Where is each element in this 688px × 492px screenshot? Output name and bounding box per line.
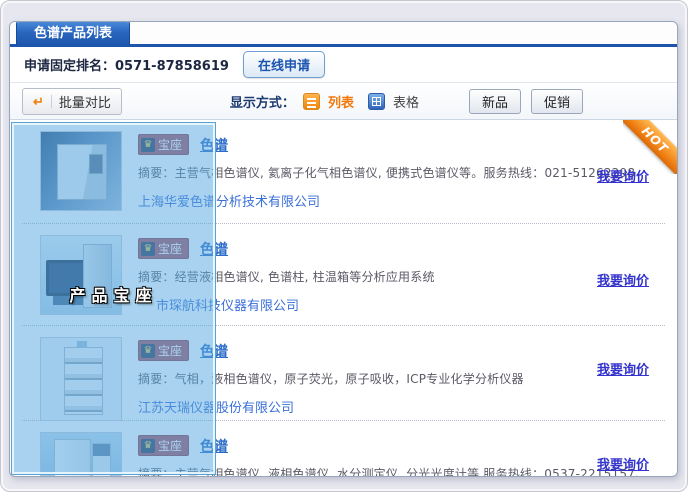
fixed-rank-label: 申请固定排名：0571-87858619	[24, 55, 229, 74]
table-view-link[interactable]: 表格	[393, 92, 419, 111]
page-background: 色谱产品列表 申请固定排名：0571-87858619 在线申请 ↵ 批量对比 …	[0, 0, 688, 492]
fixed-rank-bar: 申请固定排名：0571-87858619 在线申请	[10, 47, 677, 83]
product-summary: 摘要：主营气相色谱仪, 液相色谱仪, 水分测定仪, 分光光度计等 服务热线：05…	[138, 465, 665, 477]
product-list: ♛ 宝座 色谱 摘要：主营气相色谱仪, 氦离子化气相色谱仪, 便携式色谱仪等。服…	[10, 120, 677, 477]
product-throne-overlay[interactable]: 产品宝座	[12, 123, 215, 474]
display-mode-group: 显示方式： 列表 表格	[230, 92, 419, 111]
batch-compare-label: 批量对比	[59, 92, 111, 111]
hot-ribbon: HOT	[623, 120, 677, 174]
online-apply-button[interactable]: 在线申请	[243, 51, 325, 78]
toolbar: ↵ 批量对比 显示方式： 列表 表格 新品 促销	[10, 83, 677, 120]
filter-buttons: 新品 促销	[469, 89, 583, 114]
product-list-panel: 色谱产品列表 申请固定排名：0571-87858619 在线申请 ↵ 批量对比 …	[9, 21, 678, 477]
tab-strip: 色谱产品列表	[10, 22, 677, 47]
table-view-icon[interactable]	[368, 93, 385, 110]
batch-compare-button[interactable]: ↵ 批量对比	[22, 88, 122, 115]
product-throne-label: 产品宝座	[69, 282, 157, 306]
tab-chromatography-products[interactable]: 色谱产品列表	[16, 21, 130, 45]
list-view-icon[interactable]	[303, 93, 320, 110]
compare-arrow-icon: ↵	[33, 95, 44, 108]
list-view-link[interactable]: 列表	[328, 92, 354, 111]
display-mode-label: 显示方式：	[230, 92, 295, 111]
product-info: ♛ 宝座 色谱 摘要：主营气相色谱仪, 液相色谱仪, 水分测定仪, 分光光度计等…	[138, 432, 665, 477]
inquiry-link[interactable]: 我要询价	[597, 359, 649, 378]
inquiry-link[interactable]: 我要询价	[597, 270, 649, 289]
button-divider	[51, 95, 52, 108]
inquiry-link[interactable]: 我要询价	[597, 454, 649, 473]
new-products-button[interactable]: 新品	[469, 89, 521, 114]
promotions-button[interactable]: 促销	[531, 89, 583, 114]
hot-ribbon-label: HOT	[623, 120, 677, 174]
